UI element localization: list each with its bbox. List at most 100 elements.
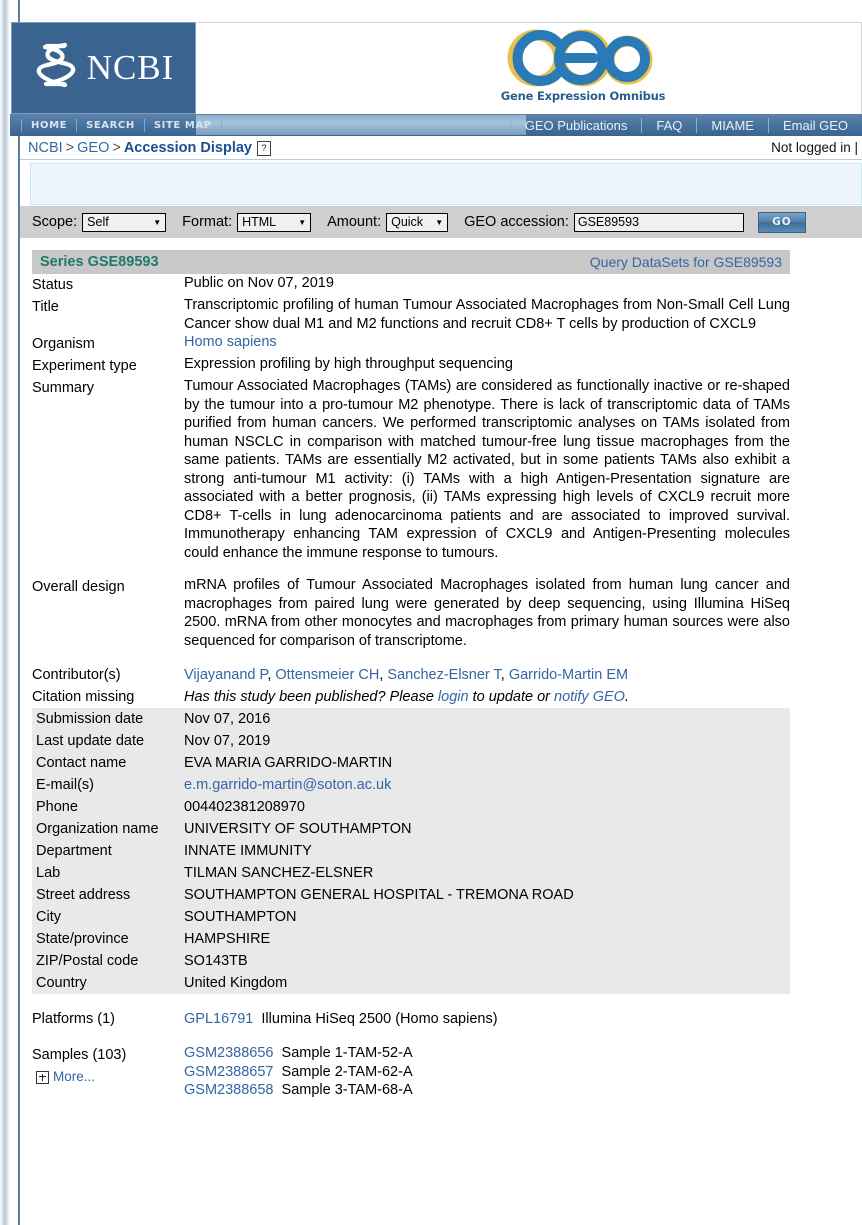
breadcrumb: NCBI > GEO > Accession Display?	[20, 140, 271, 156]
more-samples-toggle[interactable]: More...	[32, 1066, 184, 1088]
amount-label: Amount:	[327, 214, 382, 230]
query-toolbar: Scope: Self ▼ Format: HTML ▼ Amount: Qui…	[20, 206, 862, 238]
status-key: Status	[32, 277, 74, 293]
platforms-key: Platforms (1)	[32, 1011, 115, 1027]
chevron-down-icon: ▼	[298, 217, 307, 227]
zip-key: ZIP/Postal code	[32, 950, 184, 972]
table-row: Organism Homo sapiens	[32, 333, 790, 355]
table-row: Overall design mRNA profiles of Tumour A…	[32, 576, 790, 650]
sample-name: Sample 1-TAM-52-A	[281, 1045, 413, 1061]
spacer-row	[32, 994, 790, 1008]
login-link[interactable]: login	[438, 689, 469, 705]
table-row: Citation missing Has this study been pub…	[32, 686, 790, 708]
sample-link[interactable]: GSM2388656	[184, 1045, 273, 1061]
geo-logo[interactable]: Gene Expression Omnibus	[488, 28, 678, 103]
contributors-value: Vijayanand P, Ottensmeier CH, Sanchez-El…	[184, 667, 629, 683]
spacer-row	[32, 562, 790, 576]
nav-item-miame[interactable]: MIAME	[696, 117, 768, 133]
accession-label: GEO accession:	[464, 214, 569, 230]
list-item: GSM2388656 Sample 1-TAM-52-A	[184, 1044, 790, 1063]
top-nav-bar: HOME SEARCH SITE MAP GEO Publications FA…	[10, 114, 862, 136]
table-row: Samples (103) More... GSM2388656 Sample …	[32, 1044, 790, 1100]
zip-value: SO143TB	[184, 950, 790, 972]
lab-key: Lab	[32, 862, 184, 884]
last-update-value: Nov 07, 2019	[184, 730, 790, 752]
geo-logo-icon	[507, 29, 653, 87]
amount-select-value: Quick	[391, 215, 424, 229]
platform-name: Illumina HiSeq 2500 (Homo sapiens)	[261, 1011, 498, 1027]
contributors-key: Contributor(s)	[32, 667, 121, 683]
city-key: City	[32, 906, 184, 928]
platform-link[interactable]: GPL16791	[184, 1011, 253, 1027]
more-label: More...	[53, 1069, 96, 1084]
country-value: United Kingdom	[184, 972, 790, 994]
table-row: Organization name UNIVERSITY OF SOUTHAMP…	[32, 818, 790, 840]
nav-item-faq[interactable]: FAQ	[641, 117, 696, 133]
breadcrumb-ncbi[interactable]: NCBI	[28, 140, 63, 156]
scope-select[interactable]: Self ▼	[82, 212, 167, 232]
experiment-type-key: Experiment type	[32, 358, 137, 374]
login-status[interactable]: Not logged in |	[771, 140, 862, 155]
overall-design-value: mRNA profiles of Tumour Associated Macro…	[184, 577, 790, 649]
spacer-row	[32, 1030, 790, 1044]
experiment-type-value: Expression profiling by high throughput …	[184, 356, 513, 372]
email-link[interactable]: e.m.garrido-martin@soton.ac.uk	[184, 777, 391, 793]
page-root: Gene Expression Omnibus NCBI HOME SEARCH…	[0, 0, 862, 1225]
breadcrumb-bar: NCBI > GEO > Accession Display? Not logged i…	[20, 136, 862, 160]
organism-link[interactable]: Homo sapiens	[184, 334, 277, 350]
ncbi-logo[interactable]: NCBI	[11, 22, 196, 114]
contact-name-value: EVA MARIA GARRIDO-MARTIN	[184, 752, 790, 774]
go-button[interactable]: GO	[757, 211, 806, 233]
table-row: E-mail(s) e.m.garrido-martin@soton.ac.uk	[32, 774, 790, 796]
street-address-key: Street address	[32, 884, 184, 906]
breadcrumb-geo[interactable]: GEO	[77, 140, 109, 156]
dna-helix-icon	[36, 42, 75, 88]
spacer-row	[32, 650, 790, 664]
nav-item-email-geo[interactable]: Email GEO	[767, 117, 862, 133]
chevron-down-icon: ▼	[435, 217, 444, 227]
page-left-rule	[18, 0, 20, 1225]
nav-item-sitemap[interactable]: SITE MAP	[145, 118, 222, 132]
sample-link[interactable]: GSM2388657	[184, 1064, 273, 1080]
organization-value: UNIVERSITY OF SOUTHAMPTON	[184, 818, 790, 840]
title-key: Title	[32, 299, 59, 315]
query-datasets-link[interactable]: Query DataSets for GSE89593	[590, 254, 782, 270]
contributor-link[interactable]: Sanchez-Elsner T	[387, 667, 500, 683]
nav-item-search[interactable]: SEARCH	[77, 118, 145, 132]
nav-spacer	[196, 115, 526, 135]
contact-name-key: Contact name	[32, 752, 184, 774]
summary-value: Tumour Associated Macrophages (TAMs) are…	[184, 378, 790, 561]
country-key: Country	[32, 972, 184, 994]
amount-select[interactable]: Quick ▼	[386, 212, 449, 232]
contributor-link[interactable]: Garrido-Martin EM	[509, 667, 628, 683]
email-key: E-mail(s)	[32, 774, 184, 796]
format-select[interactable]: HTML ▼	[237, 212, 312, 232]
breadcrumb-sep-1: >	[65, 139, 75, 156]
chevron-down-icon: ▼	[153, 217, 162, 227]
state-value: HAMPSHIRE	[184, 928, 790, 950]
submission-date-key: Submission date	[32, 708, 184, 730]
geo-logo-area: Gene Expression Omnibus	[198, 22, 862, 114]
list-item: GSM2388657 Sample 2-TAM-62-A	[184, 1063, 790, 1082]
phone-value: 004402381208970	[184, 796, 790, 818]
table-row: Street address SOUTHAMPTON GENERAL HOSPI…	[32, 884, 790, 906]
table-row: Submission date Nov 07, 2016	[32, 708, 790, 730]
help-icon[interactable]: ?	[256, 140, 271, 156]
page-left-gutter	[0, 0, 10, 1225]
nav-left-group: HOME SEARCH SITE MAP	[21, 114, 222, 136]
notify-geo-link[interactable]: notify GEO	[554, 689, 625, 705]
nav-item-geo-publications[interactable]: GEO Publications	[509, 117, 642, 133]
table-row: Contact name EVA MARIA GARRIDO-MARTIN	[32, 752, 790, 774]
nav-right-group: GEO Publications FAQ MIAME Email GEO	[509, 114, 862, 136]
contributor-link[interactable]: Ottensmeier CH	[275, 667, 379, 683]
sample-link[interactable]: GSM2388658	[184, 1082, 273, 1098]
department-value: INNATE IMMUNITY	[184, 840, 790, 862]
table-row: Platforms (1) GPL16791 Illumina HiSeq 25…	[32, 1008, 790, 1030]
street-address-value: SOUTHAMPTON GENERAL HOSPITAL - TREMONA R…	[184, 884, 790, 906]
table-row: Phone 004402381208970	[32, 796, 790, 818]
accession-input[interactable]: GSE89593	[573, 212, 744, 232]
contributor-link[interactable]: Vijayanand P	[184, 667, 267, 683]
nav-item-home[interactable]: HOME	[21, 118, 78, 132]
search-panel[interactable]	[30, 163, 862, 205]
table-row: Lab TILMAN SANCHEZ-ELSNER	[32, 862, 790, 884]
